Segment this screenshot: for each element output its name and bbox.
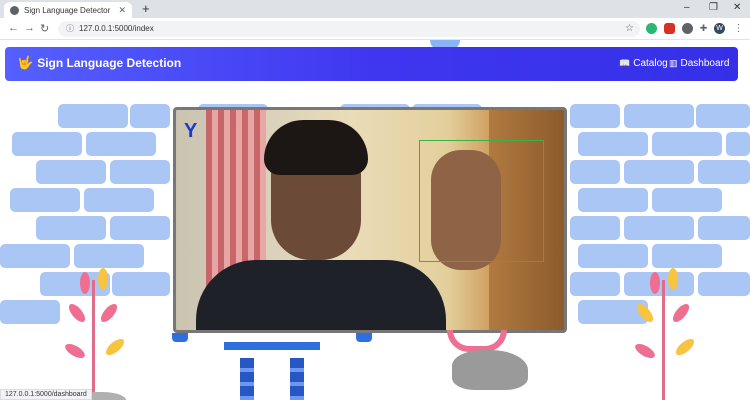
brick (12, 132, 82, 156)
browser-status-bar: 127.0.0.1:5000/dashboard (0, 389, 92, 400)
plant-leaf (668, 268, 678, 290)
brand[interactable]: 🤟 Sign Language Detection (17, 55, 181, 71)
stand-bracket-right (356, 333, 372, 342)
brick (36, 216, 106, 240)
back-button[interactable]: ← (8, 22, 19, 34)
profile-avatar[interactable]: W (714, 23, 725, 34)
brick (624, 216, 694, 240)
brick (58, 104, 128, 128)
stand-leg-right (290, 358, 304, 400)
plant-leaf (673, 336, 697, 358)
minimize-button[interactable]: – (684, 2, 690, 13)
brick (652, 132, 722, 156)
plant-leaf (66, 301, 88, 325)
webcam-video-feed: Y (173, 107, 567, 333)
url-text: 127.0.0.1:5000/index (79, 24, 154, 33)
person-hair (264, 120, 368, 175)
top-navbar: 🤟 Sign Language Detection 📖 Catalog ▥ Da… (5, 47, 738, 81)
brick (130, 104, 170, 128)
plant-stem (92, 280, 95, 400)
tab-close-icon[interactable]: ✕ (118, 5, 126, 16)
brick (570, 104, 620, 128)
new-tab-button[interactable]: + (142, 2, 150, 16)
plant-leaf (98, 301, 120, 325)
columns-icon: ▥ (669, 58, 678, 68)
brick (624, 160, 694, 184)
stand-bracket-left (172, 333, 188, 342)
pink-plant-curve (447, 330, 507, 352)
person-body (196, 260, 446, 330)
rock (452, 350, 528, 390)
tab-title: Sign Language Detector (24, 5, 111, 15)
plant-leaf (80, 272, 90, 294)
brick (578, 188, 648, 212)
brick (624, 104, 694, 128)
plant-leaf (632, 341, 658, 361)
browser-menu-icon[interactable]: ⋮ (733, 23, 744, 34)
brick (110, 216, 170, 240)
plant-leaf (670, 301, 692, 325)
brick (578, 244, 648, 268)
nav-link-dashboard[interactable]: ▥ Dashboard (669, 58, 729, 69)
brick (696, 104, 750, 128)
browser-toolbar: ← → ↻ ⓘ 127.0.0.1:5000/index ☆ ✚ W ⋮ (0, 18, 750, 40)
reload-button[interactable]: ↻ (40, 22, 49, 35)
brick (84, 188, 154, 212)
maximize-button[interactable]: ❐ (709, 2, 718, 13)
extension-dark-icon[interactable] (682, 23, 693, 34)
puzzle-icon[interactable]: ✚ (698, 23, 709, 34)
extension-red-icon[interactable] (664, 23, 675, 34)
hand-detection-box (419, 140, 544, 262)
plant-leaf (98, 268, 108, 290)
brick (570, 216, 620, 240)
brick (570, 160, 620, 184)
brick (698, 216, 750, 240)
brick (570, 272, 620, 296)
brick (74, 244, 144, 268)
stand-leg-left (240, 358, 254, 400)
globe-icon (10, 5, 19, 15)
stand-top (224, 342, 320, 350)
page-content: 🤟 Sign Language Detection 📖 Catalog ▥ Da… (0, 40, 750, 400)
extension-grammarly-icon[interactable] (646, 23, 657, 34)
brand-title: Sign Language Detection (37, 56, 182, 70)
brick (86, 132, 156, 156)
window-close-button[interactable]: ✕ (733, 2, 741, 13)
brick (36, 160, 106, 184)
brick (0, 300, 60, 324)
plant-stem (662, 280, 665, 400)
brick (10, 188, 80, 212)
forward-button[interactable]: → (24, 22, 35, 34)
brick (698, 160, 750, 184)
plant-leaf (650, 272, 660, 294)
brick (578, 132, 648, 156)
browser-tabstrip: Sign Language Detector ✕ + – ❐ ✕ (0, 0, 750, 18)
plant-leaf (103, 336, 127, 358)
brick (0, 244, 70, 268)
address-bar[interactable]: ⓘ 127.0.0.1:5000/index ☆ (58, 21, 640, 37)
brick (726, 132, 750, 156)
bookmark-star-icon[interactable]: ☆ (625, 21, 634, 37)
site-info-icon[interactable]: ⓘ (66, 24, 74, 33)
brick (110, 160, 170, 184)
tab-sign-language-detector[interactable]: Sign Language Detector ✕ (4, 2, 132, 18)
brick (652, 244, 722, 268)
brick (112, 272, 170, 296)
nav-link-catalog-label: Catalog (633, 58, 668, 69)
plant-leaf (62, 341, 88, 361)
book-icon: 📖 (619, 58, 631, 68)
brick (698, 272, 750, 296)
nav-link-catalog[interactable]: 📖 Catalog (619, 58, 668, 69)
brick (652, 188, 722, 212)
detected-letter: Y (184, 120, 198, 142)
nav-link-dashboard-label: Dashboard (680, 58, 730, 69)
hand-sign-logo-icon: 🤟 (17, 55, 34, 70)
